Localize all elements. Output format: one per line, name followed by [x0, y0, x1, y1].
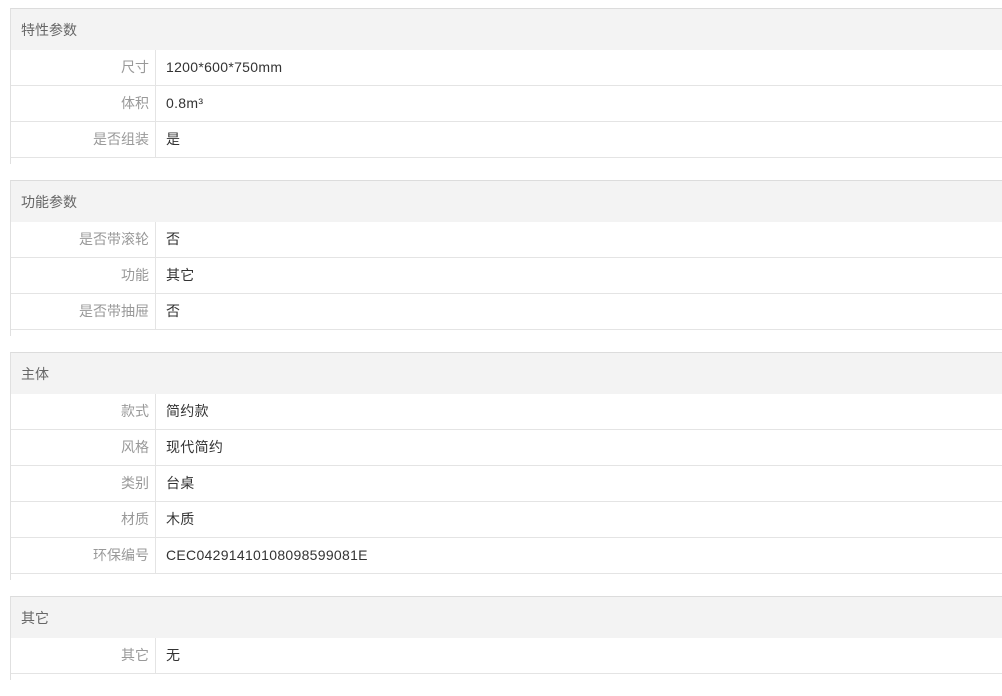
row-value: 0.8m³: [166, 95, 204, 111]
row-label: 是否带滚轮: [11, 222, 156, 257]
spec-row-material: 材质 木质: [11, 502, 1002, 538]
row-label: 风格: [11, 430, 156, 465]
row-label: 体积: [11, 86, 156, 121]
spec-group-features: 特性参数 尺寸 1200*600*750mm 体积 0.8m³ 是否组装 是: [10, 8, 1002, 164]
row-label: 尺寸: [11, 50, 156, 85]
row-label: 其它: [11, 638, 156, 673]
row-label: 材质: [11, 502, 156, 537]
spec-row-eco-code: 环保编号 CEC04291410108098599081E: [11, 538, 1002, 574]
row-value: 简约款: [166, 403, 209, 419]
row-value: 是: [166, 131, 181, 147]
spec-row-assembly: 是否组装 是: [11, 122, 1002, 158]
spec-row-design: 风格 现代简约: [11, 430, 1002, 466]
spec-group-main: 主体 款式 简约款 风格 现代简约 类别 台桌 材质 木质 环保编号 CEC04…: [10, 352, 1002, 580]
spec-row-style: 款式 简约款: [11, 394, 1002, 430]
spec-row-other: 其它 无: [11, 638, 1002, 674]
spec-group-other: 其它 其它 无: [10, 596, 1002, 680]
spec-table: 特性参数 尺寸 1200*600*750mm 体积 0.8m³ 是否组装 是 功…: [10, 8, 1002, 696]
row-value: 1200*600*750mm: [166, 59, 283, 75]
row-value: 台桌: [166, 475, 195, 491]
group-title: 功能参数: [11, 181, 1002, 222]
spec-row-size: 尺寸 1200*600*750mm: [11, 50, 1002, 86]
row-value: 否: [166, 231, 181, 247]
row-label: 是否组装: [11, 122, 156, 157]
row-label: 功能: [11, 258, 156, 293]
group-title: 主体: [11, 353, 1002, 394]
row-label: 类别: [11, 466, 156, 501]
spec-row-function: 功能 其它: [11, 258, 1002, 294]
group-title: 特性参数: [11, 9, 1002, 50]
spec-row-wheels: 是否带滚轮 否: [11, 222, 1002, 258]
spec-row-volume: 体积 0.8m³: [11, 86, 1002, 122]
row-value: 其它: [166, 267, 195, 283]
row-label: 款式: [11, 394, 156, 429]
spec-row-category: 类别 台桌: [11, 466, 1002, 502]
spec-group-function: 功能参数 是否带滚轮 否 功能 其它 是否带抽屉 否: [10, 180, 1002, 336]
row-value: 现代简约: [166, 439, 224, 455]
row-value: 否: [166, 303, 181, 319]
group-title: 其它: [11, 597, 1002, 638]
row-label: 环保编号: [11, 538, 156, 573]
row-value: 无: [166, 647, 181, 663]
spec-row-drawer: 是否带抽屉 否: [11, 294, 1002, 330]
row-value: 木质: [166, 511, 195, 527]
row-value: CEC04291410108098599081E: [166, 547, 368, 563]
row-label: 是否带抽屉: [11, 294, 156, 329]
